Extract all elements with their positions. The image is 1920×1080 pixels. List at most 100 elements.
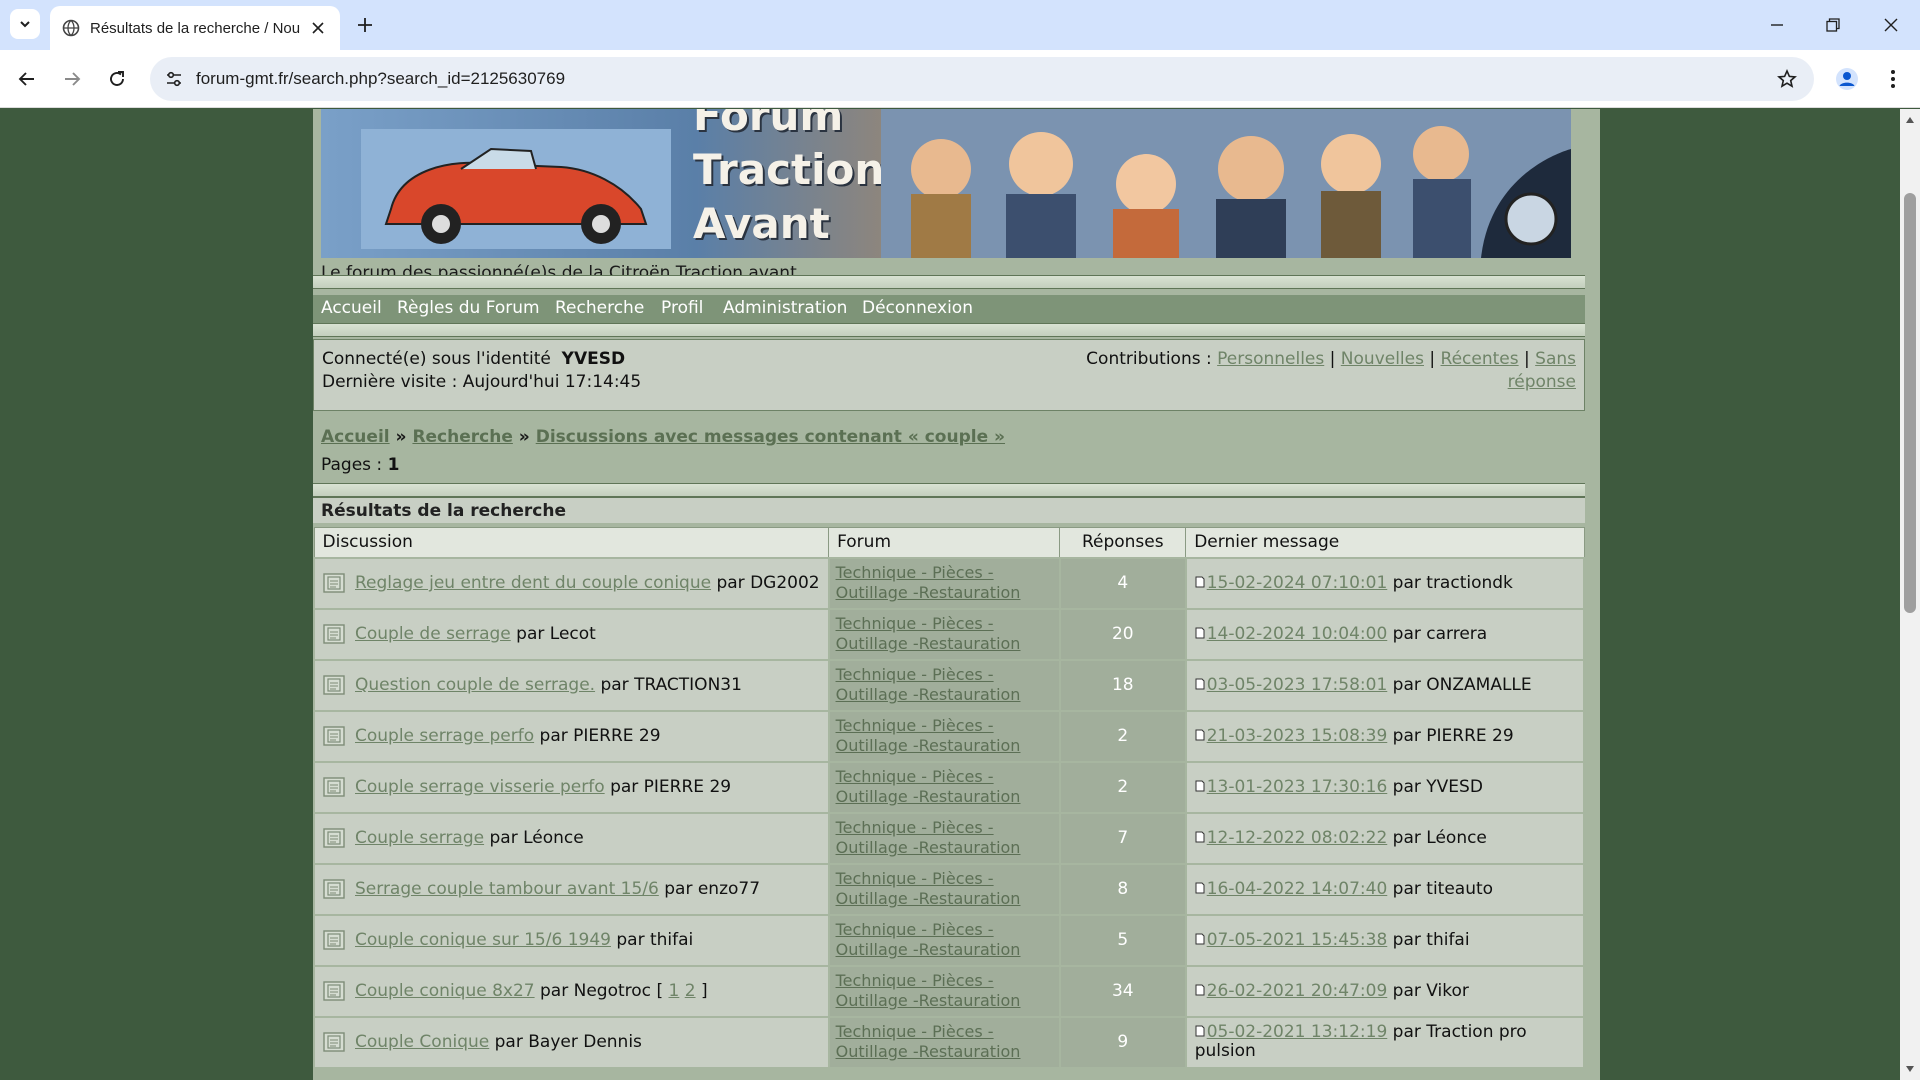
topic-link[interactable]: Serrage couple tambour avant 15/6: [355, 879, 659, 899]
minimize-button[interactable]: [1764, 12, 1790, 38]
last-post-date[interactable]: 15-02-2024 07:10:01: [1207, 573, 1388, 593]
forum-link-line-1[interactable]: Technique - Pièces -: [836, 767, 994, 786]
forum-link[interactable]: Technique - Pièces - Outillage -Restaurat…: [836, 1022, 1021, 1061]
topic-link[interactable]: Couple serrage: [355, 828, 484, 848]
reload-button[interactable]: [102, 64, 132, 94]
site-info-button[interactable]: [160, 65, 188, 93]
link-unanswered[interactable]: Sans: [1535, 349, 1576, 369]
forum-link-line-2[interactable]: Outillage -Restauration: [836, 736, 1021, 755]
forum-link[interactable]: Technique - Pièces - Outillage -Restaurat…: [836, 971, 1021, 1010]
restore-button[interactable]: [1820, 12, 1846, 38]
last-post-date[interactable]: 12-12-2022 08:02:22: [1207, 828, 1388, 848]
forward-button[interactable]: [57, 64, 87, 94]
menu-search[interactable]: Recherche: [555, 298, 644, 318]
forum-link[interactable]: Technique - Pièces - Outillage -Restaurat…: [836, 869, 1021, 908]
close-tab-button[interactable]: [308, 18, 328, 38]
forum-link[interactable]: Technique - Pièces - Outillage -Restaurat…: [836, 818, 1021, 857]
forum-link-line-1[interactable]: Technique - Pièces -: [836, 971, 994, 990]
back-button[interactable]: [12, 64, 42, 94]
breadcrumb-home[interactable]: Accueil: [321, 427, 390, 447]
forum-link-line-2[interactable]: Outillage -Restauration: [836, 685, 1021, 704]
forum-link-line-1[interactable]: Technique - Pièces -: [836, 920, 994, 939]
topic-link[interactable]: Couple conique 8x27: [355, 981, 535, 1001]
discussion-cell: Serrage couple tambour avant 15/6 par en…: [313, 862, 830, 916]
link-recent-posts[interactable]: Récentes: [1441, 349, 1519, 369]
forum-link-line-1[interactable]: Technique - Pièces -: [836, 818, 994, 837]
menu-rules[interactable]: Règles du Forum: [397, 298, 540, 318]
topic-link[interactable]: Couple de serrage: [355, 624, 511, 644]
scrollbar-thumb[interactable]: [1904, 193, 1916, 613]
forum-link[interactable]: Technique - Pièces - Outillage -Restaurat…: [836, 614, 1021, 653]
bookmark-button[interactable]: [1774, 66, 1800, 92]
forum-link-line-2[interactable]: Outillage -Restauration: [836, 787, 1021, 806]
breadcrumb-search[interactable]: Recherche: [412, 427, 512, 447]
user-status: Connecté(e) sous l'identité YVESD Derniè…: [322, 348, 641, 394]
topic-link[interactable]: Reglage jeu entre dent du couple conique: [355, 573, 711, 593]
forum-cell: Technique - Pièces - Outillage -Restaurat…: [827, 709, 1061, 763]
tab-search-button[interactable]: [10, 9, 40, 39]
topic-page-link[interactable]: 2: [685, 981, 696, 1001]
column-discussion: Discussion: [313, 527, 830, 558]
forum-link[interactable]: Technique - Pièces - Outillage -Restaurat…: [836, 716, 1021, 755]
menu-administration[interactable]: Administration: [723, 298, 847, 318]
topic-page-link[interactable]: 1: [668, 981, 679, 1001]
topic-link[interactable]: Couple Conique: [355, 1032, 489, 1052]
forum-banner[interactable]: Forum Traction Avant: [321, 109, 1571, 258]
forum-link-line-2[interactable]: Outillage -Restauration: [836, 1042, 1021, 1061]
vertical-scrollbar[interactable]: [1900, 109, 1920, 1080]
topic-link[interactable]: Question couple de serrage.: [355, 675, 595, 695]
forum-link-line-1[interactable]: Technique - Pièces -: [836, 614, 994, 633]
scroll-up-button[interactable]: [1900, 111, 1920, 129]
forum-link-line-2[interactable]: Outillage -Restauration: [836, 634, 1021, 653]
url-text[interactable]: forum-gmt.fr/search.php?search_id=212563…: [196, 69, 565, 89]
topic-link[interactable]: Couple conique sur 15/6 1949: [355, 930, 611, 950]
topic-link[interactable]: Couple serrage perfo: [355, 726, 534, 746]
last-post-date[interactable]: 14-02-2024 10:04:00: [1207, 624, 1388, 644]
forum-link-line-2[interactable]: Outillage -Restauration: [836, 991, 1021, 1010]
replies-count: 7: [1058, 811, 1187, 865]
forum-link[interactable]: Technique - Pièces - Outillage -Restaurat…: [836, 665, 1021, 704]
last-post-date[interactable]: 05-02-2021 13:12:19: [1207, 1022, 1388, 1042]
last-post-date[interactable]: 07-05-2021 15:45:38: [1207, 930, 1388, 950]
profile-button[interactable]: [1832, 64, 1862, 94]
forum-link-line-2[interactable]: Outillage -Restauration: [836, 889, 1021, 908]
user-status-box: Connecté(e) sous l'identité YVESD Derniè…: [313, 339, 1585, 411]
scroll-down-button[interactable]: [1900, 1060, 1920, 1078]
par-label: par: [1392, 929, 1421, 950]
star-icon: [1777, 69, 1797, 88]
last-post-date[interactable]: 13-01-2023 17:30:16: [1207, 777, 1388, 797]
forum-link-line-1[interactable]: Technique - Pièces -: [836, 716, 994, 735]
forum-link-line-1[interactable]: Technique - Pièces -: [836, 563, 994, 582]
breadcrumb-current[interactable]: Discussions avec messages contenant « co…: [536, 427, 1005, 447]
forum-link[interactable]: Technique - Pièces - Outillage -Restaurat…: [836, 767, 1021, 806]
forum-link-line-1[interactable]: Technique - Pièces -: [836, 665, 994, 684]
topic-link[interactable]: Couple serrage visserie perfo: [355, 777, 605, 797]
forum-link[interactable]: Technique - Pièces - Outillage -Restaurat…: [836, 563, 1021, 602]
menu-logout[interactable]: Déconnexion: [862, 298, 973, 318]
last-post-date[interactable]: 03-05-2023 17:58:01: [1207, 675, 1388, 695]
table-row: Serrage couple tambour avant 15/6 par en…: [313, 862, 1586, 916]
forum-link-line-2[interactable]: Outillage -Restauration: [836, 583, 1021, 602]
forum-link-line-2[interactable]: Outillage -Restauration: [836, 940, 1021, 959]
menu-home[interactable]: Accueil: [321, 298, 382, 318]
link-unanswered-2[interactable]: réponse: [1508, 372, 1576, 392]
last-post-date[interactable]: 16-04-2022 14:07:40: [1207, 879, 1388, 899]
active-tab[interactable]: Résultats de la recherche / Nou: [50, 6, 340, 50]
results-header: Résultats de la recherche: [313, 497, 1585, 523]
last-post-date[interactable]: 21-03-2023 15:08:39: [1207, 726, 1388, 746]
forum-link-line-1[interactable]: Technique - Pièces -: [836, 1022, 994, 1041]
forum-link-line-2[interactable]: Outillage -Restauration: [836, 838, 1021, 857]
browser-menu-button[interactable]: [1878, 64, 1908, 94]
last-post-date[interactable]: 26-02-2021 20:47:09: [1207, 981, 1388, 1001]
link-personal-posts[interactable]: Personnelles: [1217, 349, 1324, 369]
forum-link-line-1[interactable]: Technique - Pièces -: [836, 869, 994, 888]
address-bar[interactable]: forum-gmt.fr/search.php?search_id=212563…: [150, 57, 1814, 101]
close-window-button[interactable]: [1878, 12, 1904, 38]
new-tab-button[interactable]: [352, 12, 378, 38]
link-new-posts[interactable]: Nouvelles: [1341, 349, 1424, 369]
post-icon: [1195, 780, 1205, 791]
topic-icon: [323, 981, 345, 1001]
menu-profile[interactable]: Profil: [661, 298, 703, 318]
forum-link[interactable]: Technique - Pièces - Outillage -Restaurat…: [836, 920, 1021, 959]
post-icon: [1195, 627, 1205, 638]
